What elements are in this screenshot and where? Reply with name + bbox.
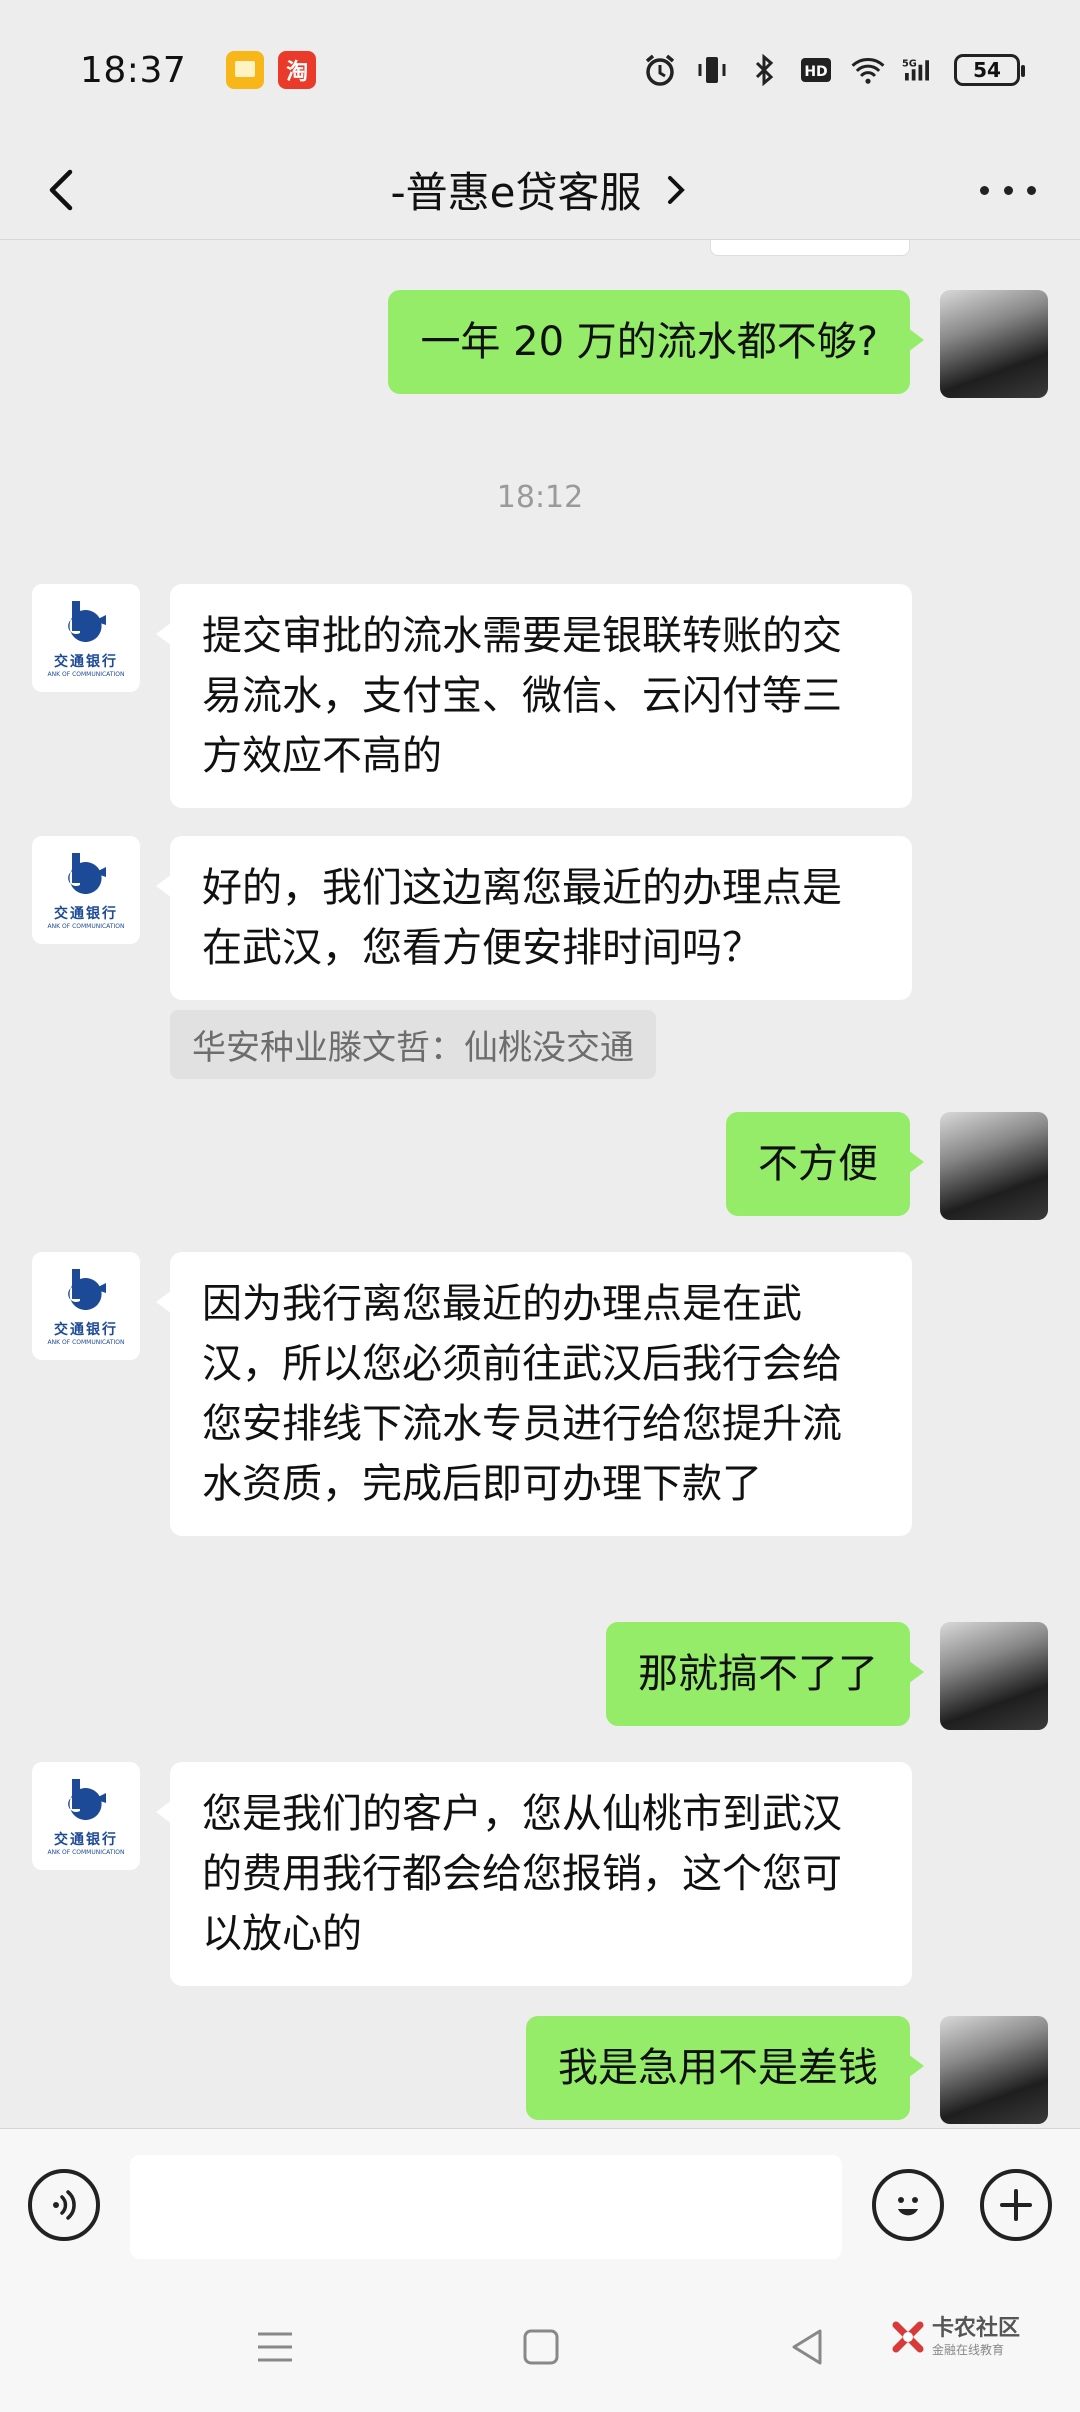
emoji-button[interactable]	[872, 2169, 944, 2241]
status-right: HD 5G 54	[642, 52, 1025, 88]
bank-avatar[interactable]: 交通银行 ANK OF COMMUNICATION	[32, 584, 140, 692]
voice-input-button[interactable]	[28, 2169, 100, 2241]
chevron-right-icon	[667, 175, 685, 204]
more-options-icon[interactable]	[980, 174, 1036, 206]
bank-avatar[interactable]: 交通银行 ANK OF COMMUNICATION	[32, 836, 140, 944]
chat-messages[interactable]: 一年 20 万的流水都不够? 18:12 交通银行 ANK OF COMMUNI…	[0, 240, 1080, 2128]
alarm-icon	[642, 52, 678, 88]
outgoing-bubble[interactable]: 不方便	[726, 1112, 924, 1216]
home-square-icon[interactable]	[516, 2322, 566, 2372]
svg-text:HD: HD	[804, 64, 827, 80]
hd-icon: HD	[798, 52, 834, 88]
bank-name-en: ANK OF COMMUNICATION	[47, 1338, 125, 1346]
status-bar: 18:37 淘 HD 5G 54	[0, 0, 1080, 140]
user-avatar[interactable]	[940, 1622, 1048, 1730]
chat-header: -普惠e贷客服	[0, 140, 1080, 240]
bank-avatar[interactable]: 交通银行 ANK OF COMMUNICATION	[32, 1762, 140, 1870]
chat-title: -普惠e贷客服	[390, 168, 642, 217]
input-bar	[0, 2128, 1080, 2280]
incoming-bubble[interactable]: 提交审批的流水需要是银联转账的交易流水，支付宝、微信、云闪付等三方效应不高的	[156, 584, 912, 808]
more-actions-button[interactable]	[980, 2169, 1052, 2241]
bank-logo-icon	[68, 1778, 106, 1820]
status-time: 18:37	[80, 49, 187, 91]
user-avatar[interactable]	[940, 2016, 1048, 2124]
bluetooth-icon	[746, 52, 782, 88]
battery-indicator: 54	[954, 54, 1025, 86]
bank-name-en: ANK OF COMMUNICATION	[47, 922, 125, 930]
bank-logo-icon	[68, 1268, 106, 1310]
svg-text:5G: 5G	[902, 58, 917, 69]
message-input[interactable]	[130, 2155, 842, 2259]
bank-logo-icon	[68, 852, 106, 894]
reader-app-icon	[226, 51, 265, 89]
back-triangle-icon[interactable]	[782, 2322, 832, 2372]
message-timestamp: 18:12	[496, 480, 584, 515]
smiley-icon	[898, 2197, 918, 2216]
outgoing-bubble[interactable]: 一年 20 万的流水都不够?	[388, 290, 924, 394]
bank-name-en: ANK OF COMMUNICATION	[47, 1848, 125, 1856]
outgoing-bubble[interactable]: 我是急用不是差钱	[526, 2016, 924, 2120]
system-navigation-bar: 卡农社区 金融在线教育	[0, 2280, 1080, 2412]
bank-name-cn: 交通银行	[54, 1831, 118, 1848]
chat-title-link[interactable]: -普惠e贷客服	[391, 159, 690, 220]
notification-icons: 淘	[226, 51, 317, 89]
bank-name-cn: 交通银行	[54, 905, 118, 922]
bank-name-cn: 交通银行	[54, 1321, 118, 1338]
vibrate-icon	[694, 52, 730, 88]
taobao-app-icon: 淘	[278, 51, 317, 89]
bank-name-en: ANK OF COMMUNICATION	[47, 670, 125, 678]
bank-name-cn: 交通银行	[54, 653, 118, 670]
incoming-bubble[interactable]: 好的，我们这边离您最近的办理点是在武汉，您看方便安排时间吗？	[156, 836, 912, 1000]
watermark-sub: 金融在线教育	[931, 2343, 1004, 2357]
quoted-reply[interactable]: 华安种业滕文哲：仙桃没交通	[170, 1010, 656, 1079]
plus-icon	[1000, 2189, 1032, 2221]
back-arrow-icon[interactable]	[38, 166, 86, 214]
watermark: 卡农社区 金融在线教育	[890, 2318, 1020, 2356]
watermark-main: 卡农社区	[931, 2316, 1020, 2341]
signal-5g-icon: 5G	[902, 52, 938, 88]
user-avatar[interactable]	[940, 290, 1048, 398]
wifi-icon	[850, 52, 886, 88]
incoming-bubble[interactable]: 因为我行离您最近的办理点是在武汉，所以您必须前往武汉后我行会给您安排线下流水专员…	[156, 1252, 912, 1536]
bank-logo-icon	[68, 600, 106, 642]
incoming-bubble[interactable]: 您是我们的客户，您从仙桃市到武汉的费用我行都会给您报销，这个您可以放心的	[156, 1762, 912, 1986]
menu-icon[interactable]	[250, 2322, 300, 2372]
bank-avatar[interactable]: 交通银行 ANK OF COMMUNICATION	[32, 1252, 140, 1360]
voice-icon	[53, 2190, 76, 2220]
previous-message-card	[710, 240, 910, 256]
kanong-logo-icon	[892, 2321, 924, 2353]
user-avatar[interactable]	[940, 1112, 1048, 1220]
outgoing-bubble[interactable]: 那就搞不了了	[606, 1622, 924, 1726]
